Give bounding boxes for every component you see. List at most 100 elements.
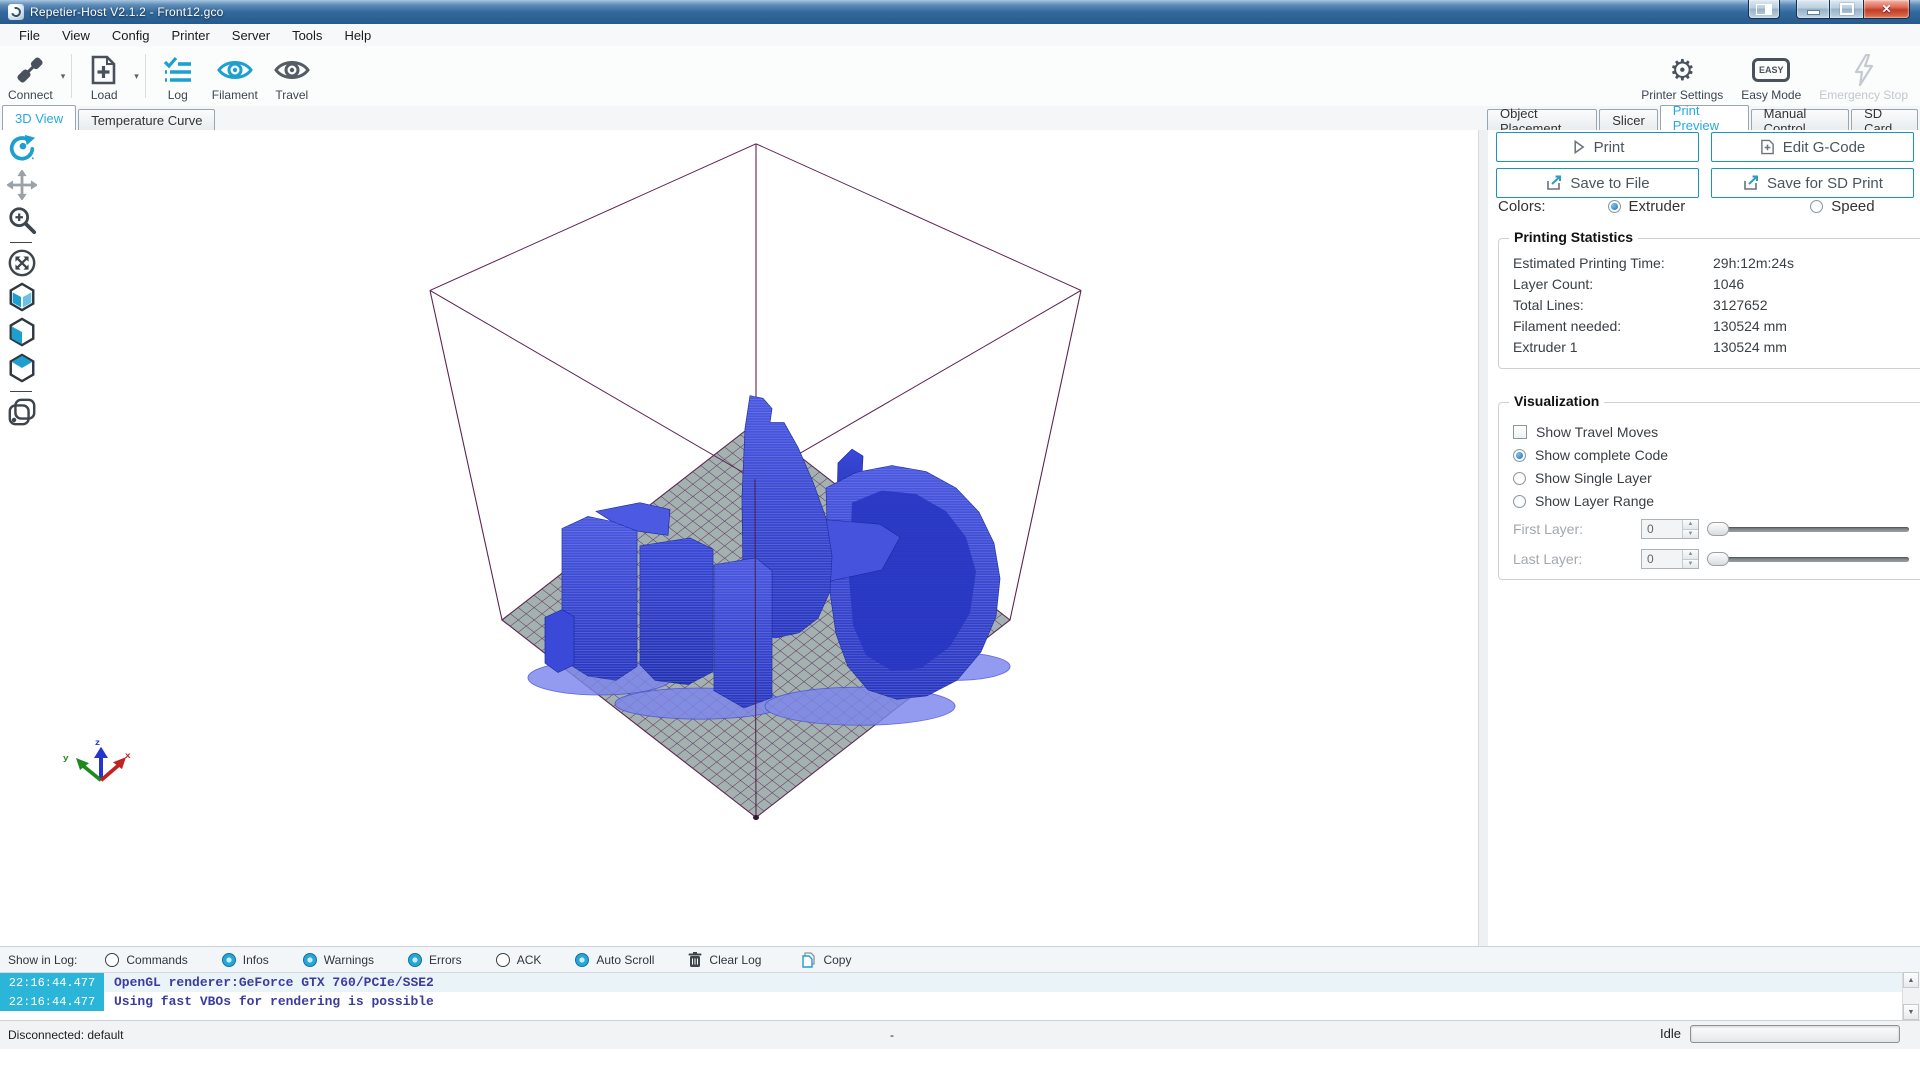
last-layer-spinner[interactable]: 0 ▲▼: [1641, 549, 1699, 569]
close-icon: ✕: [1881, 2, 1891, 16]
log-toggle-ack[interactable]: ACK: [496, 953, 542, 967]
spin-up-icon[interactable]: ▲: [1683, 520, 1698, 529]
slider-handle[interactable]: [1707, 522, 1729, 536]
spin-up-icon[interactable]: ▲: [1683, 550, 1698, 559]
repetier-host-window: Repetier-Host V2.1.2 - Front12.gco ✕ Fil…: [0, 0, 1920, 1080]
maximize-icon: [1840, 3, 1854, 15]
save-for-sd-button[interactable]: Save for SD Print: [1711, 168, 1914, 198]
copy-log-button[interactable]: Copy: [801, 952, 851, 968]
stat-row: Layer Count:1046: [1513, 274, 1911, 295]
easy-mode-button[interactable]: EASY Easy Mode: [1735, 48, 1807, 104]
plug-icon: [14, 53, 46, 87]
menu-view[interactable]: View: [51, 24, 101, 46]
menu-printer[interactable]: Printer: [160, 24, 220, 46]
easy-badge-icon: EASY: [1752, 53, 1790, 87]
log-toggle-autoscroll[interactable]: Auto Scroll: [575, 953, 654, 967]
show-layer-range-radio[interactable]: [1513, 495, 1526, 508]
3d-viewport[interactable]: y z x: [0, 130, 1481, 946]
spin-down-icon[interactable]: ▼: [1683, 559, 1698, 569]
minimize-icon: [1807, 10, 1820, 15]
log-output[interactable]: 22:16:44.477 OpenGL renderer:GeForce GTX…: [0, 972, 1920, 1021]
filament-toggle-button[interactable]: Filament: [206, 48, 264, 104]
first-layer-slider[interactable]: [1707, 521, 1911, 537]
save-to-file-button[interactable]: Save to File: [1496, 168, 1699, 198]
last-layer-slider[interactable]: [1707, 551, 1911, 567]
tab-temperature-curve[interactable]: Temperature Curve: [78, 109, 215, 131]
connect-dropdown[interactable]: ▾: [59, 48, 68, 104]
zoom-view-icon[interactable]: [7, 205, 37, 235]
toggle-on-icon: [575, 953, 589, 967]
isometric-view-icon[interactable]: [7, 282, 37, 312]
load-dropdown[interactable]: ▾: [132, 48, 141, 104]
tab-object-placement[interactable]: Object Placement: [1487, 109, 1597, 131]
colors-speed-radio[interactable]: [1810, 200, 1823, 213]
scroll-down-icon[interactable]: ▼: [1903, 1004, 1919, 1020]
menu-server[interactable]: Server: [221, 24, 281, 46]
panel-icon: [1756, 4, 1772, 15]
move-view-icon[interactable]: [7, 170, 37, 200]
toolbar-options-button[interactable]: [1748, 0, 1780, 19]
colors-extruder-label: Extruder: [1629, 198, 1686, 215]
menu-config[interactable]: Config: [101, 24, 161, 46]
tab-manual-control[interactable]: Manual Control: [1751, 109, 1849, 131]
menu-tools[interactable]: Tools: [281, 24, 333, 46]
gear-icon: ⚙: [1669, 53, 1695, 87]
log-toggle-errors[interactable]: Errors: [408, 953, 462, 967]
emergency-stop-button[interactable]: Emergency Stop: [1813, 48, 1914, 104]
menu-help[interactable]: Help: [333, 24, 382, 46]
parallel-projection-icon[interactable]: [7, 397, 37, 427]
colors-extruder-radio[interactable]: [1608, 200, 1621, 213]
log-scrollbar[interactable]: ▲ ▼: [1902, 972, 1920, 1020]
log-toggle-infos[interactable]: Infos: [222, 953, 269, 967]
lightning-icon: [1852, 53, 1876, 87]
travel-toggle-button[interactable]: Travel: [264, 48, 320, 104]
menu-file[interactable]: File: [8, 24, 51, 46]
tab-slicer[interactable]: Slicer: [1599, 109, 1658, 131]
toggle-on-icon: [222, 953, 236, 967]
front-view-icon[interactable]: [7, 317, 37, 347]
load-button[interactable]: Load: [76, 48, 132, 104]
maximize-button[interactable]: [1830, 0, 1864, 19]
window-controls: ✕: [1748, 0, 1910, 19]
rotate-view-icon[interactable]: [7, 133, 37, 163]
window-title: Repetier-Host V2.1.2 - Front12.gco: [30, 5, 224, 19]
export-icon: [1742, 175, 1759, 191]
last-layer-label: Last Layer:: [1513, 551, 1633, 567]
tab-sd-card[interactable]: SD Card: [1851, 109, 1918, 131]
show-complete-code-radio[interactable]: [1513, 449, 1526, 462]
scroll-up-icon[interactable]: ▲: [1903, 972, 1919, 988]
main-area: y z x: [0, 130, 1920, 946]
print-button[interactable]: Print: [1496, 132, 1699, 162]
clear-log-button[interactable]: Clear Log: [688, 952, 761, 968]
log-toggle-button[interactable]: Log: [150, 48, 206, 104]
log-toggle-commands[interactable]: Commands: [105, 953, 187, 967]
edit-gcode-button[interactable]: Edit G-Code: [1711, 132, 1914, 162]
show-travel-moves-checkbox[interactable]: [1513, 425, 1527, 439]
file-plus-icon: [89, 53, 119, 87]
statusbar-filler: [0, 1049, 1920, 1080]
print-preview-panel: Print Edit G-Code Save to File Save for …: [1488, 130, 1920, 946]
log-toggle-warnings[interactable]: Warnings: [303, 953, 374, 967]
toolbar-separator: [145, 54, 146, 98]
toolbar-separator: [71, 54, 72, 98]
connect-button[interactable]: Connect: [2, 48, 59, 104]
show-single-layer-radio[interactable]: [1513, 472, 1526, 485]
close-button[interactable]: ✕: [1864, 0, 1910, 19]
axis-y-label: y: [63, 753, 69, 762]
printer-settings-button[interactable]: ⚙ Printer Settings: [1635, 48, 1729, 104]
spin-down-icon[interactable]: ▼: [1683, 529, 1698, 539]
statusbar: Disconnected: default - Idle: [0, 1020, 1920, 1080]
visualization-group: Visualization Show Travel Moves Show com…: [1498, 402, 1920, 580]
top-view-icon[interactable]: [7, 353, 37, 383]
fit-view-icon[interactable]: [7, 248, 37, 278]
log-entry: 22:16:44.477 Using fast VBOs for renderi…: [0, 992, 1920, 1011]
slider-handle[interactable]: [1707, 552, 1729, 566]
first-layer-spinner[interactable]: 0 ▲▼: [1641, 519, 1699, 539]
minimize-button[interactable]: [1796, 0, 1830, 19]
printing-statistics-title: Printing Statistics: [1509, 229, 1638, 245]
tab-3d-view[interactable]: 3D View: [2, 105, 76, 131]
export-icon: [1545, 175, 1562, 191]
view-toolbar: [0, 130, 44, 946]
travel-eye-icon: [273, 53, 311, 87]
tab-print-preview[interactable]: Print Preview: [1660, 105, 1749, 131]
